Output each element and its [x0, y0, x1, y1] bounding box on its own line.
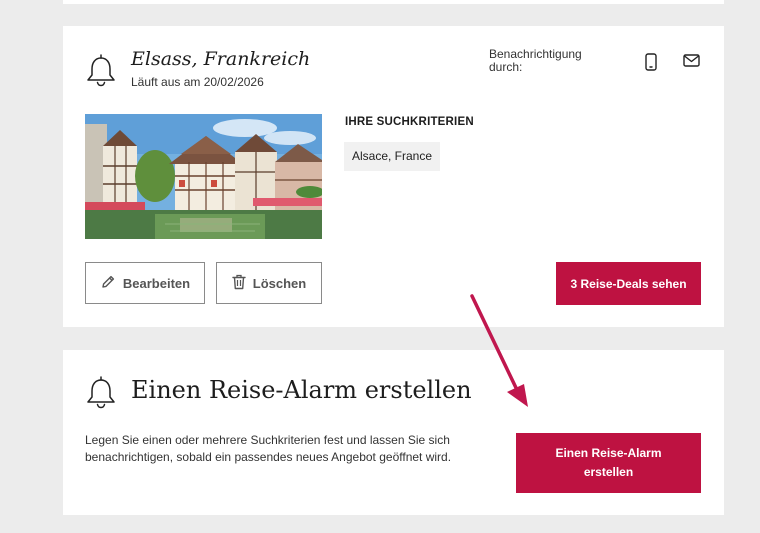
create-alert-button[interactable]: Einen Reise-Alarm erstellen: [516, 433, 701, 493]
edit-button[interactable]: Bearbeiten: [85, 262, 205, 304]
view-deals-button[interactable]: 3 Reise-Deals sehen: [556, 262, 701, 305]
edit-button-label: Bearbeiten: [122, 275, 191, 291]
notification-channels-label: Benachrichtigung durch:: [489, 47, 582, 74]
bell-icon: [85, 375, 117, 409]
pencil-icon: [100, 274, 116, 293]
alert-expiry-date: Läuft aus am 20/02/2026: [131, 75, 264, 89]
search-criteria-heading: IHRE SUCHKRITERIEN: [345, 116, 474, 128]
trash-icon: [232, 274, 246, 293]
delete-button[interactable]: Löschen: [216, 262, 322, 304]
bell-icon: [85, 53, 117, 87]
previous-card-edge: [63, 0, 724, 4]
create-alert-title: Einen Reise-Alarm erstellen: [131, 376, 472, 404]
delete-button-label: Löschen: [252, 275, 307, 291]
create-alert-card: Einen Reise-Alarm erstellen Legen Sie ei…: [63, 350, 724, 515]
travel-alert-card: Elsass, Frankreich Läuft aus am 20/02/20…: [63, 26, 724, 327]
phone-icon[interactable]: [645, 53, 657, 76]
alert-title: Elsass, Frankreich: [131, 48, 311, 70]
search-criteria-tag: Alsace, France: [344, 142, 441, 171]
mail-icon[interactable]: [683, 54, 700, 72]
destination-image: [85, 114, 322, 239]
create-alert-description: Legen Sie einen oder mehrere Suchkriteri…: [85, 433, 452, 464]
